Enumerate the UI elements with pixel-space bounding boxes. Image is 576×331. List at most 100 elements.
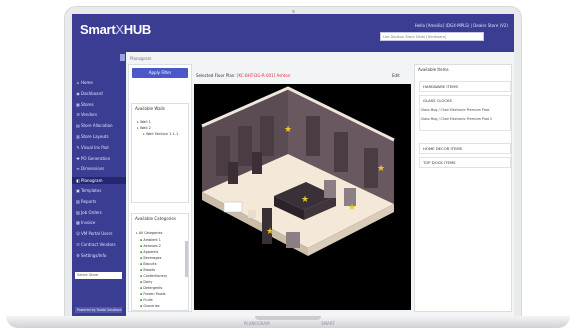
sidebar-item-templates[interactable]: ▣Templates — [76, 188, 101, 193]
glass-showcase-3 — [286, 232, 300, 248]
category-scrollbar[interactable] — [185, 241, 188, 277]
wall-tree-node[interactable]: ▸ Wall 1 — [137, 120, 151, 124]
sidebar-item-planogram[interactable]: ◧Planogram — [72, 177, 126, 185]
camera-dot — [292, 10, 295, 13]
settings-icon: ⚙ — [76, 252, 80, 258]
sidebar-item-label: Stores — [81, 101, 94, 107]
sidebar-item-label: Store Allocation — [81, 123, 113, 129]
laptop-notch — [255, 316, 321, 320]
sidebar-item-settings-info[interactable]: ⚙Settings/Info — [76, 253, 106, 258]
category-item[interactable]: ▪ Groceries — [140, 304, 160, 308]
wall-tree-node[interactable]: ▸ Wall Section 1.1.1 — [143, 132, 178, 136]
sidebar-item-label: Settings/Info — [81, 252, 107, 258]
store-selector-input[interactable]: Lee Dadson Store Delhi [Hardware] — [380, 32, 484, 41]
sidebar-item-store-allocation[interactable]: ▤Store Allocation — [76, 123, 113, 129]
base-label-left: PLANOGRAM — [244, 321, 270, 326]
star-icon: ★ — [348, 203, 356, 213]
category-label: Dairy — [143, 280, 153, 284]
category-item[interactable]: ▪ Breads — [140, 268, 155, 272]
sidebar-item-label: Planogram — [81, 178, 103, 184]
wall-bay-4 — [306, 116, 320, 156]
category-item[interactable]: ▪ Fruits — [140, 298, 153, 302]
sidebar-item-dashboard[interactable]: ◉Dashboard — [76, 90, 103, 96]
logo-text-left: Smart — [80, 22, 116, 37]
category-item[interactable]: ▪ Detergents — [140, 286, 162, 290]
sidebar-item-label: PO Generation — [81, 155, 111, 161]
star-icon: ★ — [377, 164, 385, 174]
item-category-hardware[interactable]: HARDWARE ITEMS — [419, 81, 511, 92]
app-screen: SmartXHUB Hello [Ameilia] (DG4-MPLS) | D… — [72, 14, 514, 316]
category-item[interactable]: ▪ Frozen Foods — [140, 292, 165, 296]
category-label: Detergents — [143, 286, 163, 290]
star-icon: ★ — [284, 125, 292, 135]
wall-tree-node[interactable]: ▸ Wall 2 — [137, 126, 151, 130]
category-item[interactable]: ▪ Confectionery — [140, 274, 167, 278]
item-category-home-decor[interactable]: HOME DECOR ITEMS — [419, 143, 511, 154]
category-label: Frozen Foods — [143, 292, 166, 296]
wall-bay-1 — [216, 136, 230, 176]
users-icon: ☺ — [76, 231, 81, 237]
sidebar-item-stores[interactable]: ▦Stores — [76, 102, 94, 107]
sidebar-item-label: VM Portal Users — [81, 231, 113, 237]
items-title: Available Items — [418, 67, 449, 72]
sidebar-item-label: Contract Vendors — [81, 242, 116, 247]
sidebar-item-label: Visual Ins Pad — [81, 144, 109, 150]
sidebar-item-vm-portal-users[interactable]: ☺VM Portal Users — [76, 231, 112, 236]
category-label: Confectionery — [143, 274, 168, 278]
walls-title: Available Walls — [135, 106, 165, 111]
store-isometric-render: ★ ★ ★ ★ ★ — [201, 86, 395, 256]
category-item[interactable]: ▪ Apparels — [140, 250, 158, 254]
dashboard-icon: ◉ — [76, 90, 80, 96]
category-item[interactable]: ▪ Dairy — [140, 280, 152, 284]
sidebar-item-visual-ins-pad[interactable]: ✎Visual Ins Pad — [76, 144, 109, 150]
contract-icon: ☷ — [76, 242, 80, 247]
category-root[interactable]: ▸ All Categories — [136, 231, 162, 235]
display-column — [262, 208, 272, 244]
item-glass-mug-1[interactable]: Glass Mug / Chair Electronic Premium Pro… — [421, 108, 490, 112]
item-glass-mug-2[interactable]: Glass Mug / Chair Electronic Premium Pro… — [421, 117, 492, 121]
display-cabinet-2 — [252, 152, 262, 174]
floor-plan-canvas[interactable]: ★ ★ ★ ★ ★ — [194, 84, 411, 310]
sidebar-store-select[interactable]: Select Store — [75, 272, 122, 279]
category-item[interactable]: ▪ Biscuits — [140, 262, 156, 266]
category-item[interactable]: ▪ Aerosols 2 — [140, 244, 161, 248]
categories-panel: Available Categories ▸ All Categories ▪ … — [131, 213, 189, 311]
category-item[interactable]: ▪ Beverages — [140, 256, 161, 260]
floor-plan-label-prefix: Selected Floor Plan: — [196, 73, 237, 78]
base-label-right: SMART — [321, 321, 335, 326]
sidebar-item-label: Invoice — [81, 220, 96, 226]
category-label: Aerosols 2 — [143, 244, 161, 248]
sidebar-item-vendors[interactable]: ☰Vendors — [76, 112, 97, 117]
app-logo[interactable]: SmartXHUB — [80, 22, 151, 37]
sidebar-item-contract-vendors[interactable]: ☷Contract Vendors — [76, 242, 116, 247]
wall-bay-2 — [238, 126, 252, 166]
sidebar-item-dimensions[interactable]: ⇔Dimensions — [76, 166, 104, 171]
sidebar-item-po-generation[interactable]: ✚PO Generation — [76, 156, 110, 161]
templates-icon: ▣ — [76, 188, 80, 193]
folder-icon: ▸ — [136, 231, 138, 235]
sidebar-item-home[interactable]: ⌂ Home — [76, 80, 93, 85]
sidebar-item-job-orders[interactable]: ▨Job Orders — [76, 210, 102, 215]
sidebar-item-reports[interactable]: ▧Reports — [76, 199, 96, 204]
sidebar-item-store-layouts[interactable]: ▥Store Layouts — [76, 134, 108, 139]
po-icon: ✚ — [76, 155, 80, 161]
category-item[interactable]: ▪ Ambient 1 — [140, 238, 161, 242]
user-info[interactable]: Hello [Ameilia] (DG4-MPLS) | Dealer Stor… — [415, 23, 508, 28]
apply-filter-button[interactable]: Apply Filter — [132, 68, 188, 78]
visual-icon: ✎ — [76, 144, 80, 150]
sidebar-item-invoice[interactable]: ▩Invoice — [76, 220, 95, 225]
item-category-top-dock[interactable]: TOP DOCK ITEMS — [419, 157, 511, 168]
floor-plan-edit-link[interactable]: Edit — [392, 73, 400, 78]
sidebar-item-label: Dashboard — [81, 90, 103, 96]
floor-plan-label: Selected Floor Plan: [KC-BHT-DG-R-001] A… — [196, 73, 290, 78]
sidebar-item-label: Vendors — [81, 112, 98, 118]
wall-bay-3 — [260, 116, 274, 156]
dimensions-icon: ⇔ — [76, 166, 80, 172]
sidebar-toggle[interactable] — [120, 54, 125, 61]
sidebar-footer: Powered by Tarabi Solutions — [75, 307, 122, 313]
laptop-base: PLANOGRAM SMART — [6, 316, 570, 328]
sidebar-item-label: Templates — [81, 188, 102, 193]
category-label: Groceries — [143, 304, 160, 308]
star-icon: ★ — [266, 227, 274, 237]
item-category-glass-clocks[interactable]: GLASS CLOCKS — [419, 95, 511, 131]
